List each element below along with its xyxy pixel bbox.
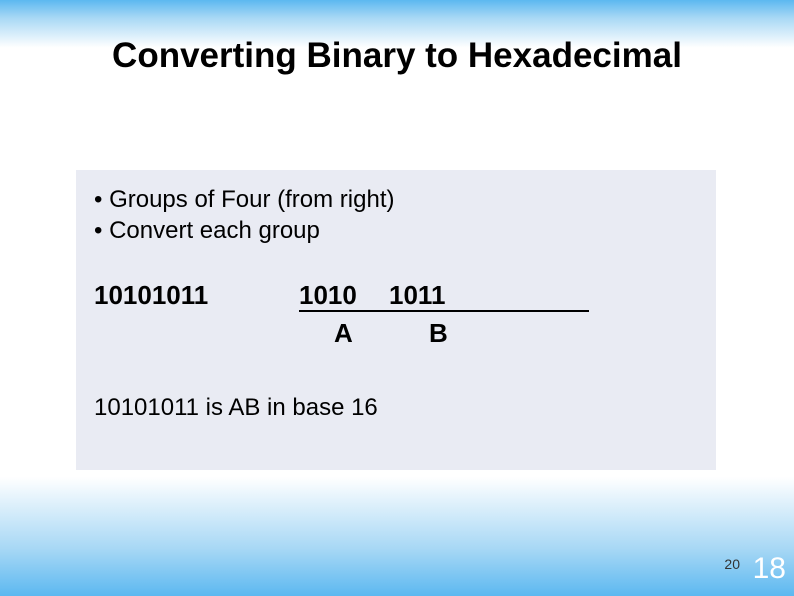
slide-title: Converting Binary to Hexadecimal	[0, 36, 794, 76]
binary-group-1: 1010	[299, 280, 357, 311]
bullet-text: Convert each group	[109, 217, 320, 244]
conversion-block: 10101011 1010 1011 A B	[94, 280, 698, 352]
conversion-hex-row: A B	[94, 318, 698, 352]
underline	[299, 310, 589, 312]
hex-digit-1: A	[334, 318, 353, 349]
page-number-small: 20	[724, 556, 740, 572]
bullet-item: • Groups of Four (from right)	[94, 184, 698, 215]
result-line: 10101011 is AB in base 16	[94, 394, 698, 422]
page-number-large: 18	[753, 552, 786, 586]
hex-digit-2: B	[429, 318, 448, 349]
binary-group-2: 1011	[389, 280, 445, 311]
bullet-list: • Groups of Four (from right) • Convert …	[94, 184, 698, 246]
content-box: • Groups of Four (from right) • Convert …	[76, 170, 716, 470]
bullet-text: Groups of Four (from right)	[109, 186, 394, 213]
bullet-item: • Convert each group	[94, 215, 698, 246]
source-binary: 10101011	[94, 280, 208, 311]
conversion-binary-row: 10101011 1010 1011	[94, 280, 698, 314]
